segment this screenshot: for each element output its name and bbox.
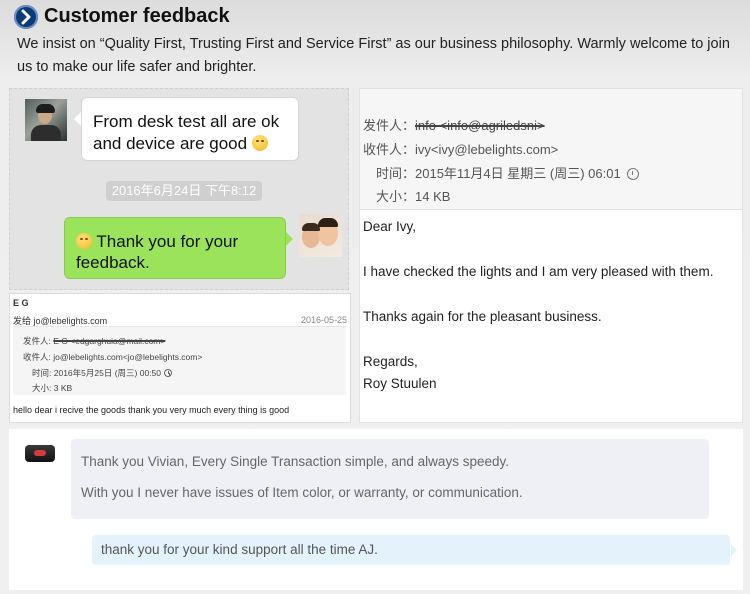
email-meta: 发件人：info <info@agriledsni> 收件人：ivy<ivy@l… [360, 89, 742, 210]
chat-panel: From desk test all are ok and device are… [9, 88, 349, 290]
email-body-line: I have checked the lights and I am very … [363, 264, 714, 279]
clock-icon [164, 369, 172, 377]
time-label: 时间： [376, 166, 416, 181]
clock-icon [626, 168, 639, 180]
from-value: info <info@agriledsni> [415, 118, 545, 133]
from-label: 发件人: [23, 336, 51, 346]
incoming-message-bubble: From desk test all are ok and device are… [74, 97, 299, 161]
email-date: 2016-05-25 [300, 315, 347, 325]
to-label: 收件人： [363, 142, 416, 157]
size-label: 大小: [32, 383, 52, 393]
outgoing-message-line: Thank you for your [96, 232, 239, 251]
incoming-message-line: From desk test all are ok [93, 112, 280, 131]
email-signature: Roy Stuulen [363, 376, 437, 391]
email-greeting: Dear Ivy, [363, 219, 417, 234]
review-line: Thank you Vivian, Every Single Transacti… [81, 454, 509, 469]
email-body: hello dear i recive the goods thank you … [13, 405, 290, 415]
wink-emoji-icon [251, 135, 268, 151]
time-label: 时间: [32, 368, 52, 378]
size-label: 大小： [376, 189, 416, 204]
to-value: ivy<ivy@lebelights.com> [415, 142, 559, 157]
reply-message: thank you for your kind support all the … [92, 535, 737, 565]
outgoing-message-bubble: Thank you for your feedback. [64, 217, 293, 279]
chat-timestamp: 2016年6月24日 下午8:12 [106, 181, 262, 201]
size-value: 3 KB [53, 383, 73, 393]
avatar [25, 99, 67, 141]
review-panel: Thank you Vivian, Every Single Transacti… [9, 429, 743, 590]
avatar [299, 214, 342, 257]
email-body-line: Thanks again for the pleasant business. [363, 309, 602, 324]
review-message: Thank you Vivian, Every Single Transacti… [71, 439, 709, 519]
from-value: E G <edgarghuia@mail.com> [53, 336, 166, 346]
time-value: 2015年11月4日 星期三 (周三) 06:01 [415, 166, 621, 181]
intro-text: We insist on “Quality First, Trusting Fi… [17, 36, 730, 75]
outgoing-message-line: feedback. [76, 253, 150, 272]
time-value: 2016年5月25日 (周三) 00:50 [53, 368, 161, 378]
email-meta: 发件人: E G <edgarghuia@mail.com> 收件人: jo@l… [13, 326, 346, 395]
email-closing: Regards, [363, 354, 418, 369]
page-title: Customer feedback [44, 5, 230, 27]
size-value: 14 KB [415, 189, 451, 204]
chevron-right-icon [14, 5, 38, 29]
to-value: jo@lebelights.com<jo@lebelights.com> [53, 352, 203, 362]
review-line: With you I never have issues of Item col… [81, 485, 523, 500]
incoming-message-line: and device are good [93, 134, 248, 153]
sender-name: E G [13, 298, 29, 308]
avatar [25, 445, 55, 462]
email-screenshot-large: 发件人：info <info@agriledsni> 收件人：ivy<ivy@l… [359, 88, 743, 423]
email-screenshot-small: E G 发给 jo@lebelights.com 2016-05-25 发件人:… [9, 293, 351, 423]
from-label: 发件人： [363, 118, 416, 133]
to-label: 收件人: [23, 352, 51, 362]
smile-emoji-icon [76, 233, 92, 249]
